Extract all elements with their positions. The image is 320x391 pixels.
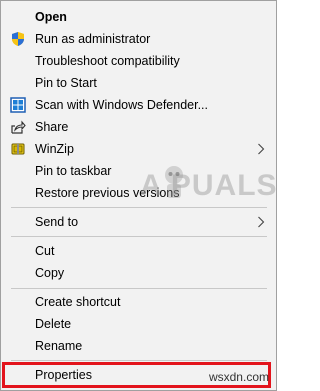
menu-item-label: Delete <box>35 317 72 331</box>
menu-item-send-to[interactable]: Send to <box>2 211 275 233</box>
menu-item-label: Scan with Windows Defender... <box>35 98 208 112</box>
context-menu: Open Run as administrator Troubleshoot c… <box>0 0 277 391</box>
menu-item-label: Share <box>35 120 69 134</box>
menu-item-cut[interactable]: Cut <box>2 240 275 262</box>
winzip-icon <box>11 143 25 155</box>
menu-item-label: Open <box>35 10 67 24</box>
menu-item-pin-to-start[interactable]: Pin to Start <box>2 72 275 94</box>
menu-item-label: Copy <box>35 266 65 280</box>
windows-defender-icon <box>10 97 26 113</box>
share-icon <box>11 120 26 134</box>
chevron-right-icon <box>258 143 265 155</box>
menu-item-rename[interactable]: Rename <box>2 335 275 357</box>
chevron-right-icon <box>258 216 265 228</box>
menu-item-label: WinZip <box>35 142 74 156</box>
menu-item-label: Run as administrator <box>35 32 151 46</box>
menu-item-label: Pin to Start <box>35 76 97 90</box>
menu-item-create-shortcut[interactable]: Create shortcut <box>2 291 275 313</box>
menu-item-label: Troubleshoot compatibility <box>35 54 180 68</box>
menu-separator <box>11 360 267 361</box>
menu-item-label: Create shortcut <box>35 295 121 309</box>
menu-item-label: Rename <box>35 339 83 353</box>
menu-item-open[interactable]: Open <box>2 6 275 28</box>
menu-separator <box>11 288 267 289</box>
menu-item-label: Pin to taskbar <box>35 164 112 178</box>
menu-item-delete[interactable]: Delete <box>2 313 275 335</box>
menu-item-share[interactable]: Share <box>2 116 275 138</box>
menu-item-scan-with-windows-defender[interactable]: Scan with Windows Defender... <box>2 94 275 116</box>
menu-item-label: Cut <box>35 244 55 258</box>
menu-item-troubleshoot-compatibility[interactable]: Troubleshoot compatibility <box>2 50 275 72</box>
menu-item-copy[interactable]: Copy <box>2 262 275 284</box>
mascot-logo <box>165 166 183 198</box>
menu-separator <box>11 207 267 208</box>
site-watermark: wsxdn.com <box>208 370 269 384</box>
menu-separator <box>11 236 267 237</box>
menu-item-label: Send to <box>35 215 79 229</box>
menu-item-winzip[interactable]: WinZip <box>2 138 275 160</box>
uac-shield-icon <box>12 32 24 46</box>
menu-item-run-as-administrator[interactable]: Run as administrator <box>2 28 275 50</box>
